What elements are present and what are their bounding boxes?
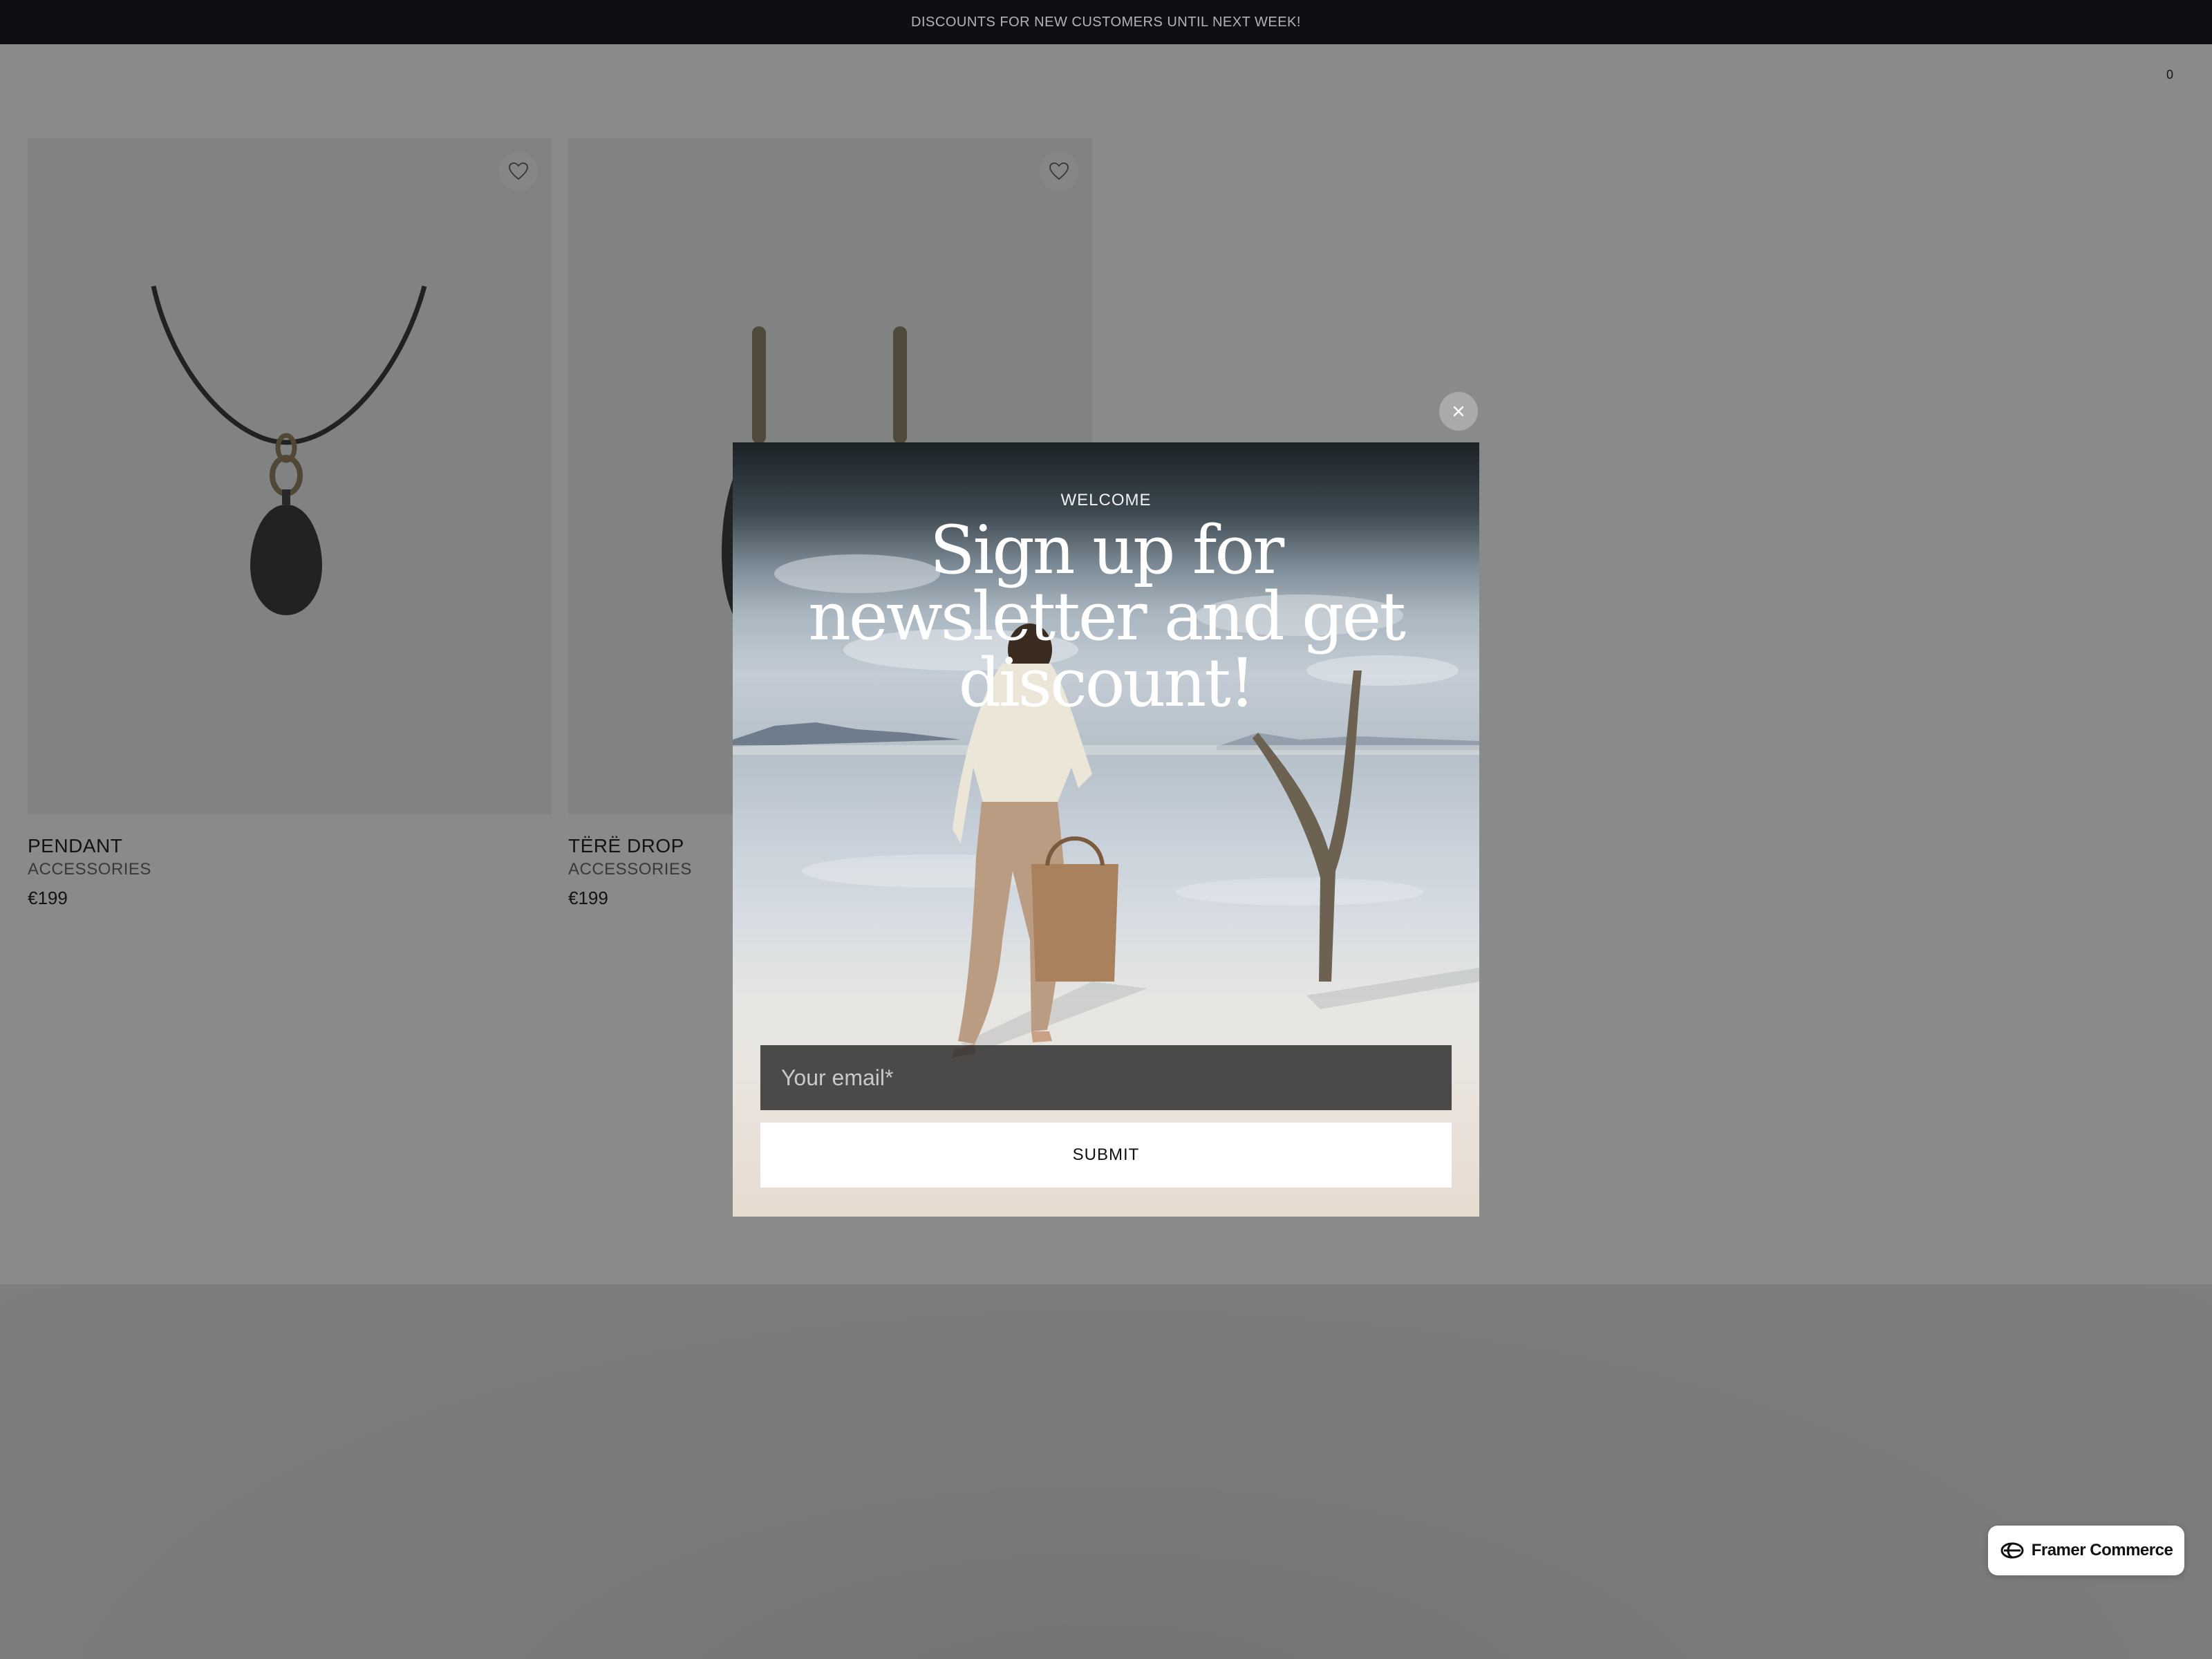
announcement-dim bbox=[0, 0, 2212, 44]
close-button[interactable] bbox=[1439, 392, 1478, 431]
email-field[interactable] bbox=[760, 1045, 1452, 1110]
submit-button[interactable]: SUBMIT bbox=[760, 1123, 1452, 1188]
popup-headline: Sign up for newsletter and get discount! bbox=[808, 512, 1406, 722]
newsletter-popup: WELCOME Sign up for newsletter and get d… bbox=[733, 442, 1479, 1217]
framer-commerce-logo-icon bbox=[2000, 1542, 2024, 1559]
badge-label: Framer Commerce bbox=[2031, 1541, 2173, 1559]
popup-eyebrow: WELCOME bbox=[1060, 491, 1152, 509]
close-icon bbox=[1453, 406, 1464, 417]
framer-commerce-badge[interactable]: Framer Commerce bbox=[1988, 1526, 2184, 1575]
